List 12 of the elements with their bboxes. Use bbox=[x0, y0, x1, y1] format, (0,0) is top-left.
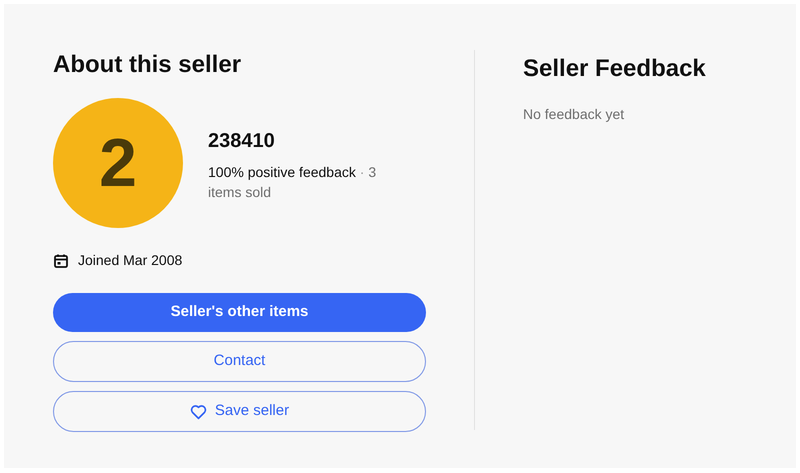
contact-button[interactable]: Contact bbox=[53, 341, 426, 382]
other-items-button[interactable]: Seller's other items bbox=[53, 293, 426, 332]
feedback-title: Seller Feedback bbox=[523, 54, 706, 84]
empty-feedback-message: No feedback yet bbox=[523, 105, 626, 124]
feedback-summary: 100% positive feedback · 3 items sold bbox=[208, 163, 378, 202]
seller-name: 238410 bbox=[208, 129, 276, 154]
section-title: About this seller bbox=[53, 50, 242, 80]
heart-icon bbox=[190, 404, 207, 420]
calendar-icon bbox=[53, 252, 69, 268]
avatar: 2 bbox=[53, 98, 183, 228]
joined-date: Joined Mar 2008 bbox=[78, 251, 182, 270]
save-seller-button[interactable]: Save seller bbox=[53, 391, 426, 432]
